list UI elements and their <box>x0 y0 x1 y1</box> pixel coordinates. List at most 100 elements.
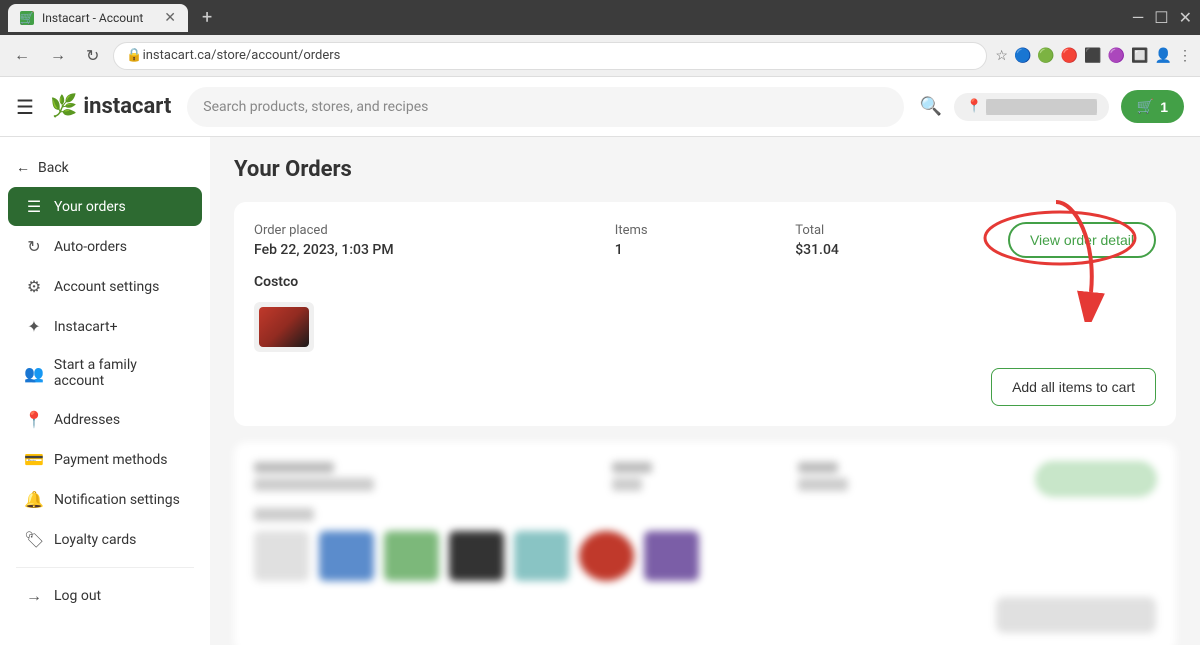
reload-button[interactable]: ↻ <box>80 42 105 70</box>
order-footer: Add all items to cart <box>254 368 1156 406</box>
tab-close-button[interactable]: ✕ <box>164 10 176 26</box>
payment-icon: 💳 <box>24 450 44 469</box>
sidebar-label-your-orders: Your orders <box>54 199 126 215</box>
blurred-product-1 <box>254 531 309 581</box>
sidebar-item-logout[interactable]: → Log out <box>8 576 202 616</box>
cart-icon: 🛒 <box>1137 98 1154 115</box>
minimize-button[interactable]: — <box>1132 8 1145 27</box>
blurred-footer <box>254 597 1156 633</box>
ext-icon-3[interactable]: 🔴 <box>1061 48 1078 64</box>
tab-favicon: 🛒 <box>20 11 34 25</box>
total-label: Total <box>795 223 975 238</box>
blurred-order-header <box>254 462 1156 496</box>
sidebar-label-addresses: Addresses <box>54 412 120 428</box>
header-right: 🔍 📍 ████████████ 🛒 1 <box>920 90 1184 123</box>
browser-extension-icons: ☆ 🔵 🟢 🔴 ⬛ 🟣 🔲 👤 ⋮ <box>995 48 1192 64</box>
ext-icon-5[interactable]: 🟣 <box>1108 48 1125 64</box>
ext-icon-2[interactable]: 🟢 <box>1037 48 1054 64</box>
loyalty-icon: 🏷 <box>24 530 44 549</box>
sidebar-label-notifications: Notification settings <box>54 492 180 508</box>
blurred-store-name <box>254 508 314 521</box>
menu-icon[interactable]: ⋮ <box>1178 48 1192 64</box>
ext-icon-1[interactable]: 🔵 <box>1014 48 1031 64</box>
maximize-button[interactable]: ☐ <box>1154 8 1168 27</box>
sidebar: ← Back ☰ Your orders ↻ Auto-orders ⚙ Acc… <box>0 137 210 645</box>
logout-icon: → <box>24 586 44 606</box>
back-nav-button[interactable]: ← <box>8 43 36 69</box>
family-icon: 👥 <box>24 364 44 383</box>
order-card-1: Order placed Feb 22, 2023, 1:03 PM Items… <box>234 202 1176 426</box>
order-header: Order placed Feb 22, 2023, 1:03 PM Items… <box>254 222 1156 258</box>
logo-icon: 🌿 <box>50 94 77 119</box>
browser-chrome: 🛒 Instacart - Account ✕ + — ☐ ✕ <box>0 0 1200 35</box>
page-title: Your Orders <box>234 157 1176 182</box>
sidebar-item-instacart-plus[interactable]: ✦ Instacart+ <box>8 307 202 346</box>
cart-count: 1 <box>1160 99 1168 115</box>
ext-icon-6[interactable]: 🔲 <box>1131 48 1148 64</box>
browser-tab[interactable]: 🛒 Instacart - Account ✕ <box>8 4 188 32</box>
location-button[interactable]: 📍 ████████████ <box>954 93 1109 121</box>
sidebar-item-addresses[interactable]: 📍 Addresses <box>8 400 202 439</box>
store-name: Costco <box>254 274 1156 290</box>
new-tab-button[interactable]: + <box>196 7 218 28</box>
close-button[interactable]: ✕ <box>1179 8 1192 27</box>
sidebar-back-button[interactable]: ← Back <box>0 149 210 186</box>
app-header: ☰ 🌿 instacart Search products, stores, a… <box>0 77 1200 137</box>
items-value: 1 <box>615 242 795 258</box>
back-arrow-icon: ← <box>16 159 30 176</box>
address-bar[interactable]: 🔒 instacart.ca/store/account/orders <box>113 42 987 70</box>
sidebar-divider <box>16 567 194 568</box>
product-image-1 <box>254 302 314 352</box>
total-value: $31.04 <box>795 242 975 258</box>
instacart-logo[interactable]: 🌿 instacart <box>50 94 171 119</box>
address-pin-icon: 📍 <box>24 410 44 429</box>
sidebar-label-family-account: Start a family account <box>54 357 186 389</box>
bookmark-icon[interactable]: ☆ <box>995 48 1008 64</box>
blurred-product-4 <box>449 531 504 581</box>
sidebar-label-account-settings: Account settings <box>54 279 159 295</box>
ext-icon-4[interactable]: ⬛ <box>1084 48 1101 64</box>
logo-text: instacart <box>83 94 171 119</box>
add-all-to-cart-button[interactable]: Add all items to cart <box>991 368 1156 406</box>
blurred-total <box>798 462 971 496</box>
profile-icon[interactable]: 👤 <box>1155 48 1172 64</box>
placed-value: Feb 22, 2023, 1:03 PM <box>254 242 615 258</box>
sidebar-item-payment-methods[interactable]: 💳 Payment methods <box>8 440 202 479</box>
sidebar-item-account-settings[interactable]: ⚙ Account settings <box>8 267 202 306</box>
order-card-2-blurred <box>234 442 1176 645</box>
search-bar[interactable]: Search products, stores, and recipes <box>187 87 903 127</box>
view-order-detail-button[interactable]: View order detail <box>1008 222 1156 258</box>
sidebar-item-auto-orders[interactable]: ↻ Auto-orders <box>8 227 202 266</box>
sidebar-label-logout: Log out <box>54 588 101 604</box>
settings-icon: ⚙ <box>24 277 44 296</box>
back-label: Back <box>38 160 69 176</box>
blurred-product-5 <box>514 531 569 581</box>
blurred-add-cart-btn <box>996 597 1156 633</box>
search-placeholder-text: Search products, stores, and recipes <box>203 99 428 115</box>
location-pin-icon: 📍 <box>966 99 982 114</box>
sidebar-label-payment: Payment methods <box>54 452 167 468</box>
sidebar-label-instacart-plus: Instacart+ <box>54 319 118 335</box>
blurred-products <box>254 531 1156 581</box>
auto-orders-icon: ↻ <box>24 237 44 256</box>
sidebar-item-notifications[interactable]: 🔔 Notification settings <box>8 480 202 519</box>
order-total-col: Total $31.04 <box>795 223 975 258</box>
items-label: Items <box>615 223 795 238</box>
location-text: ████████████ <box>986 99 1097 115</box>
sidebar-item-family-account[interactable]: 👥 Start a family account <box>8 347 202 399</box>
order-placed-col: Order placed Feb 22, 2023, 1:03 PM <box>254 223 615 258</box>
cart-button[interactable]: 🛒 1 <box>1121 90 1184 123</box>
blurred-placed <box>254 462 600 496</box>
blurred-product-3 <box>384 531 439 581</box>
view-detail-wrapper: View order detail <box>1008 222 1156 258</box>
sidebar-item-loyalty-cards[interactable]: 🏷 Loyalty cards <box>8 520 202 559</box>
forward-nav-button[interactable]: → <box>44 43 72 69</box>
sidebar-item-your-orders[interactable]: ☰ Your orders <box>8 187 202 226</box>
address-bar-row: ← → ↻ 🔒 instacart.ca/store/account/order… <box>0 35 1200 77</box>
search-button[interactable]: 🔍 <box>920 96 942 117</box>
hamburger-menu-button[interactable]: ☰ <box>16 95 34 119</box>
sidebar-label-auto-orders: Auto-orders <box>54 239 127 255</box>
blurred-product-6 <box>579 531 634 581</box>
product-placeholder <box>259 307 309 347</box>
content-area: Your Orders Order placed Feb 22, 2023, 1… <box>210 137 1200 645</box>
